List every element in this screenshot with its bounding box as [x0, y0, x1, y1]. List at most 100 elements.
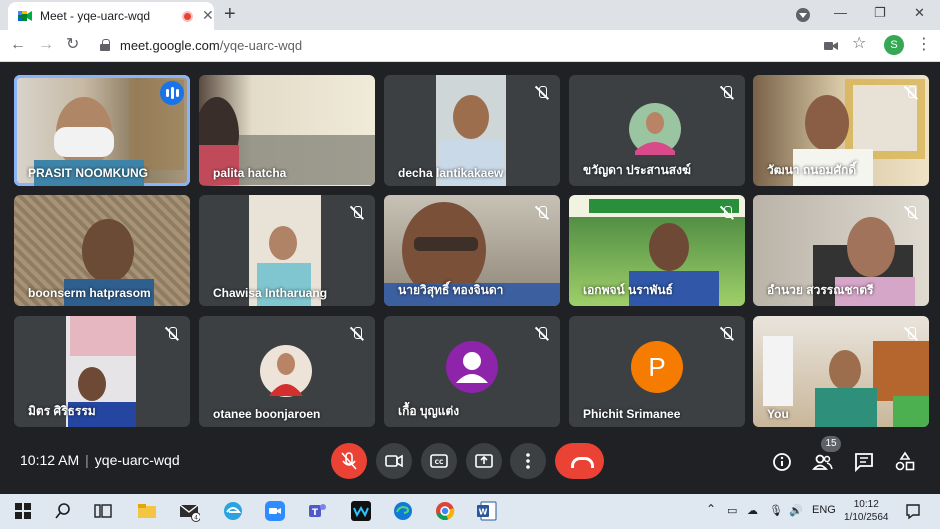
participant-name: boonserm hatprasom [28, 286, 151, 300]
participant-tile[interactable]: ขวัญดา ประสานสงฆ์ [569, 75, 745, 186]
avatar [446, 341, 498, 393]
input-language[interactable]: ENG [812, 504, 836, 516]
participant-tile[interactable]: มิตร ศิริธรรม [14, 316, 190, 427]
mic-muted-icon [532, 83, 552, 103]
bookmark-star-icon[interactable]: ☆ [852, 35, 866, 53]
webex-icon[interactable] [350, 500, 372, 522]
new-tab-icon[interactable]: + [224, 3, 236, 26]
word-icon[interactable]: W [476, 500, 498, 522]
lock-icon[interactable] [100, 39, 110, 51]
meeting-control-bar: 10:12 AM | yqe-uarc-wqd CC 15 [0, 430, 940, 494]
microphone-toggle-button[interactable] [331, 443, 367, 479]
mic-off-icon [341, 452, 357, 470]
participant-name: ขวัญดา ประสานสงฆ์ [583, 163, 691, 177]
captions-button[interactable]: CC [421, 443, 457, 479]
mic-muted-icon [901, 324, 921, 344]
participant-tile[interactable]: Chawisa Intharuang [199, 195, 375, 306]
volume-icon[interactable]: 🔊 [789, 504, 803, 517]
camera-toggle-button[interactable] [376, 443, 412, 479]
participant-grid: PRASIT NOOMKUNG palita hatcha decha lant… [0, 62, 940, 430]
participant-name: วัฒนา ถนอมศักดิ์ [767, 163, 857, 177]
mic-muted-icon [347, 203, 367, 223]
participant-tile[interactable]: decha lantikakaew [384, 75, 560, 186]
search-icon[interactable] [52, 500, 74, 522]
mic-muted-icon [162, 324, 182, 344]
avatar: P [631, 341, 683, 393]
zoom-icon[interactable] [264, 500, 286, 522]
participant-name: Phichit Srimanee [583, 407, 681, 421]
present-to-all-icon [475, 454, 493, 468]
show-hidden-icons-icon[interactable]: ⌃ [706, 502, 716, 516]
participant-tile[interactable]: นายวิสุทธิ์ ทองจินดา [384, 195, 560, 306]
participant-tile[interactable]: boonserm hatprasom [14, 195, 190, 306]
participant-tile[interactable]: otanee boonjaroen [199, 316, 375, 427]
participant-name: palita hatcha [213, 166, 287, 180]
participant-tile[interactable]: PRASIT NOOMKUNG [14, 75, 190, 186]
tab-search-icon[interactable] [796, 8, 810, 22]
more-options-button[interactable] [510, 443, 546, 479]
close-tab-icon[interactable]: ✕ [202, 7, 214, 24]
camera-in-use-icon[interactable] [824, 40, 838, 52]
edge-legacy-icon[interactable] [222, 500, 244, 522]
mail-icon[interactable]: 4 [178, 500, 200, 522]
chat-icon [855, 453, 873, 473]
mic-muted-icon [347, 324, 367, 344]
person-icon [456, 352, 488, 383]
teams-icon[interactable]: T [306, 500, 328, 522]
participant-tile[interactable]: เอกพจน์ นราพันธ์ [569, 195, 745, 306]
window-close-icon[interactable]: ✕ [914, 5, 925, 21]
chat-button[interactable] [852, 450, 876, 474]
activities-icon [895, 451, 915, 471]
speaking-indicator-icon [160, 81, 184, 105]
address-bar[interactable]: meet.google.com/yqe-uarc-wqd [92, 33, 874, 59]
activities-button[interactable] [893, 450, 917, 474]
mic-muted-icon [717, 83, 737, 103]
onedrive-icon[interactable]: ☁ [747, 504, 758, 517]
restore-icon[interactable]: ❐ [874, 5, 886, 21]
back-icon[interactable]: ← [10, 36, 26, 54]
meeting-info-button[interactable] [770, 450, 794, 474]
people-button[interactable] [811, 450, 835, 474]
microphone-icon[interactable]: 🎙 [769, 504, 783, 517]
participant-tile[interactable]: อำนวย สวรรณชาตรี [753, 195, 929, 306]
participant-tile[interactable]: วัฒนา ถนอมศักดิ์ [753, 75, 929, 186]
participant-name: decha lantikakaew [398, 166, 504, 180]
windows-taskbar: 4 T W ⌃ ▭ ☁ 🎙 🔊 ENG 10:12 1/10/2564 [0, 494, 940, 529]
chrome-icon[interactable] [434, 500, 456, 522]
meet-favicon-icon [18, 11, 32, 21]
edge-icon[interactable] [392, 500, 414, 522]
system-clock[interactable]: 10:12 1/10/2564 [844, 498, 889, 524]
menu-icon[interactable]: ⋮ [916, 36, 932, 54]
meeting-time: 10:12 AM [20, 452, 80, 468]
browser-tab-bar: Meet - yqe-uarc-wqd ✕ + — ❐ ✕ [0, 0, 940, 30]
clock-time: 10:12 [853, 499, 879, 510]
forward-icon[interactable]: → [38, 36, 54, 54]
participant-tile[interactable]: palita hatcha [199, 75, 375, 186]
participant-tile[interactable]: เกื้อ บุญแต่ง [384, 316, 560, 427]
url-text: meet.google.com/yqe-uarc-wqd [120, 38, 303, 53]
reload-icon[interactable]: ↻ [66, 36, 79, 54]
minimize-icon[interactable]: — [834, 5, 847, 20]
info-icon [773, 453, 791, 471]
mic-muted-icon [532, 324, 552, 344]
windows-start-icon[interactable] [12, 500, 34, 522]
browser-tab[interactable]: Meet - yqe-uarc-wqd ✕ [8, 2, 214, 30]
participant-name: นายวิสุทธิ์ ทองจินดา [398, 283, 504, 297]
notifications-icon[interactable] [902, 500, 924, 522]
task-view-icon[interactable] [92, 500, 114, 522]
profile-avatar[interactable]: S [884, 35, 904, 55]
mic-muted-icon [901, 83, 921, 103]
svg-text:4: 4 [194, 515, 198, 522]
participant-name: You [767, 407, 789, 421]
participant-tile[interactable]: You [753, 316, 929, 427]
present-screen-button[interactable] [466, 443, 502, 479]
participant-name: PRASIT NOOMKUNG [28, 166, 148, 180]
mic-muted-icon [717, 203, 737, 223]
participant-tile[interactable]: P Phichit Srimanee [569, 316, 745, 427]
file-explorer-icon[interactable] [136, 500, 158, 522]
participant-name: เอกพจน์ นราพันธ์ [583, 283, 673, 297]
battery-icon[interactable]: ▭ [727, 504, 737, 517]
meeting-code: yqe-uarc-wqd [94, 452, 180, 468]
participant-name: otanee boonjaroen [213, 407, 321, 421]
leave-call-button[interactable] [555, 443, 604, 479]
